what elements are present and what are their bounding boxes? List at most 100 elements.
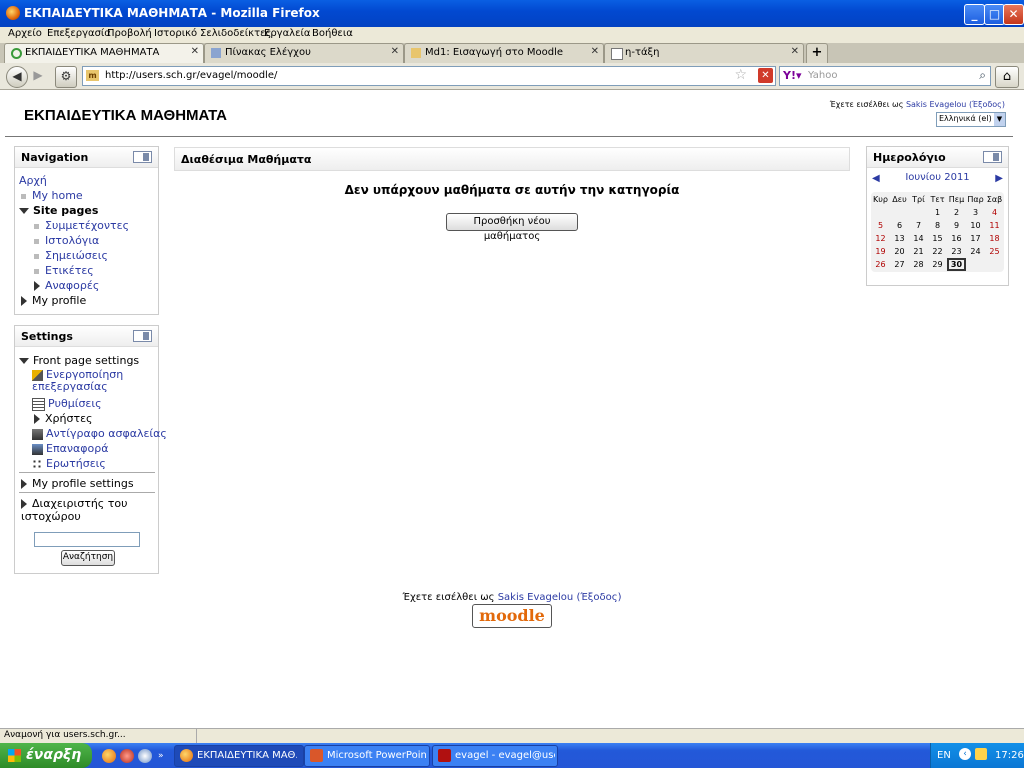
bookmark-star-icon[interactable]: ☆: [734, 67, 747, 83]
settings-restore-link[interactable]: Επαναφορά: [46, 442, 108, 455]
nav-my-profile[interactable]: My profile: [21, 294, 86, 307]
settings-edit-on-link[interactable]: Ενεργοποίηση επεξεργασίας: [32, 368, 123, 393]
home-icon[interactable]: ⌂: [995, 66, 1019, 88]
settings-my-profile[interactable]: My profile settings: [21, 477, 134, 490]
nav-home[interactable]: Αρχή: [19, 174, 47, 187]
tab-control-panel[interactable]: Πίνακας Ελέγχου ✕: [204, 43, 404, 63]
tab-eclass[interactable]: η-τάξη ✕: [604, 43, 804, 63]
nav-blogs-link[interactable]: Ιστολόγια: [45, 234, 99, 247]
settings-users[interactable]: Χρήστες: [34, 412, 93, 425]
moodle-logo[interactable]: moodle: [472, 604, 552, 628]
settings-front-page[interactable]: Front page settings: [19, 354, 139, 367]
calendar-day[interactable]: 18: [985, 232, 1004, 245]
calendar-day[interactable]: 1: [928, 206, 947, 219]
settings-edit-on[interactable]: Ενεργοποίηση επεξεργασίας: [32, 369, 142, 393]
calendar-day[interactable]: 16: [947, 232, 966, 245]
nav-participants[interactable]: Συμμετέχοντες: [34, 219, 129, 232]
task-firefox[interactable]: ΕΚΠΑΙΔΕΥΤΙΚΑ ΜΑΘ...: [174, 745, 304, 767]
calendar-day[interactable]: 10: [966, 219, 985, 232]
media-quicklaunch-icon[interactable]: [138, 749, 152, 763]
settings-questions-link[interactable]: Ερωτήσεις: [46, 457, 106, 470]
calendar-day[interactable]: 11: [985, 219, 1004, 232]
calendar-day[interactable]: 13: [890, 232, 909, 245]
add-course-button[interactable]: Προσθήκη νέου μαθήματος: [446, 213, 578, 242]
forward-arrow-icon[interactable]: ▶: [28, 66, 48, 86]
tab-close-icon[interactable]: ✕: [591, 46, 599, 57]
nav-notes[interactable]: Σημειώσεις: [34, 249, 108, 262]
calendar-day[interactable]: 6: [890, 219, 909, 232]
nav-my-home[interactable]: My home: [21, 189, 83, 202]
next-month-icon[interactable]: ▶: [995, 173, 1003, 184]
settings-backup[interactable]: Αντίγραφο ασφαλείας: [32, 427, 167, 440]
nav-tags[interactable]: Ετικέτες: [34, 264, 94, 277]
dock-icon[interactable]: [133, 330, 152, 342]
calendar-day[interactable]: 29: [928, 258, 947, 271]
nav-tags-link[interactable]: Ετικέτες: [45, 264, 94, 277]
calendar-day[interactable]: 3: [966, 206, 985, 219]
calendar-month[interactable]: Ιουνίου 2011: [867, 172, 1008, 183]
settings-questions[interactable]: Ερωτήσεις: [32, 457, 106, 470]
settings-backup-link[interactable]: Αντίγραφο ασφαλείας: [46, 427, 167, 440]
calendar-day[interactable]: 23: [947, 245, 966, 258]
url-text[interactable]: http://users.sch.gr/evagel/moodle/: [105, 70, 277, 81]
dock-icon[interactable]: [133, 151, 152, 163]
language-select[interactable]: Ελληνικά (el) ▼: [936, 112, 1006, 127]
nav-notes-link[interactable]: Σημειώσεις: [45, 249, 108, 262]
tab-close-icon[interactable]: ✕: [391, 46, 399, 57]
settings-config-link[interactable]: Ρυθμίσεις: [48, 397, 102, 410]
nav-participants-link[interactable]: Συμμετέχοντες: [45, 219, 129, 232]
back-arrow-icon[interactable]: ◀: [6, 66, 28, 88]
menu-history[interactable]: Ιστορικό: [154, 28, 197, 39]
stop-icon[interactable]: ✕: [758, 68, 773, 83]
settings-site-admin[interactable]: Διαχειριστής του ιστοχώρου: [21, 497, 141, 523]
task-filezilla[interactable]: evagel - evagel@use...: [432, 745, 558, 767]
tab-md1[interactable]: Md1: Εισαγωγή στο Moodle ✕: [404, 43, 604, 63]
user-link[interactable]: Sakis Evagelou: [906, 100, 966, 109]
app-quicklaunch-icon[interactable]: [120, 749, 134, 763]
calendar-day[interactable]: 25: [985, 245, 1004, 258]
quicklaunch-more-icon[interactable]: »: [158, 751, 164, 761]
history-icon[interactable]: ⚙: [55, 66, 77, 88]
calendar-day[interactable]: 20: [890, 245, 909, 258]
nav-reports[interactable]: Αναφορές: [34, 279, 99, 292]
calendar-day[interactable]: 2: [947, 206, 966, 219]
calendar-day[interactable]: 21: [909, 245, 928, 258]
start-button[interactable]: έναρξη: [0, 743, 92, 768]
yahoo-icon[interactable]: Y!▾: [783, 69, 802, 82]
calendar-day[interactable]: 5: [871, 219, 890, 232]
calendar-day[interactable]: 19: [871, 245, 890, 258]
menu-edit[interactable]: Επεξεργασία: [47, 28, 111, 39]
new-tab-button[interactable]: +: [806, 43, 828, 64]
calendar-day[interactable]: 15: [928, 232, 947, 245]
calendar-day[interactable]: 17: [966, 232, 985, 245]
footer-logout-link[interactable]: (Έξοδος): [576, 592, 621, 603]
footer-user-link[interactable]: Sakis Evagelou: [498, 592, 574, 603]
calendar-day[interactable]: 14: [909, 232, 928, 245]
task-powerpoint[interactable]: Microsoft PowerPoint ...: [304, 745, 430, 767]
menu-file[interactable]: Αρχείο: [8, 28, 42, 39]
url-bar[interactable]: m http://users.sch.gr/evagel/moodle/ ☆ ✕: [82, 66, 776, 86]
maximize-button[interactable]: □: [984, 4, 1005, 25]
settings-config[interactable]: Ρυθμίσεις: [32, 397, 102, 411]
calendar-day[interactable]: 22: [928, 245, 947, 258]
calendar-day[interactable]: 24: [966, 245, 985, 258]
nav-reports-link[interactable]: Αναφορές: [45, 279, 99, 292]
dock-icon[interactable]: [983, 151, 1002, 163]
tab-courses[interactable]: ΕΚΠΑΙΔΕΥΤΙΚΑ ΜΑΘΗΜΑΤΑ ✕: [4, 43, 204, 63]
search-bar[interactable]: Y!▾ Yahoo ⌕: [779, 66, 991, 86]
menu-bookmarks[interactable]: Σελιδοδείκτες: [200, 28, 271, 39]
calendar-day[interactable]: 12: [871, 232, 890, 245]
settings-search-input[interactable]: [34, 532, 140, 547]
nav-blogs[interactable]: Ιστολόγια: [34, 234, 99, 247]
tab-close-icon[interactable]: ✕: [191, 46, 199, 57]
nav-site-pages[interactable]: Site pages: [19, 204, 98, 217]
minimize-button[interactable]: _: [964, 4, 985, 25]
tab-close-icon[interactable]: ✕: [791, 46, 799, 57]
search-icon[interactable]: ⌕: [979, 68, 986, 83]
window-title-bar[interactable]: ΕΚΠΑΙΔΕΥΤΙΚΑ ΜΑΘΗΜΑΤΑ - Mozilla Firefox …: [0, 0, 1024, 27]
nav-home-link[interactable]: Αρχή: [19, 174, 47, 187]
settings-search-button[interactable]: Αναζήτηση: [61, 550, 115, 566]
menu-tools[interactable]: Εργαλεία: [264, 28, 310, 39]
firefox-quicklaunch-icon[interactable]: [102, 749, 116, 763]
calendar-day[interactable]: 7: [909, 219, 928, 232]
